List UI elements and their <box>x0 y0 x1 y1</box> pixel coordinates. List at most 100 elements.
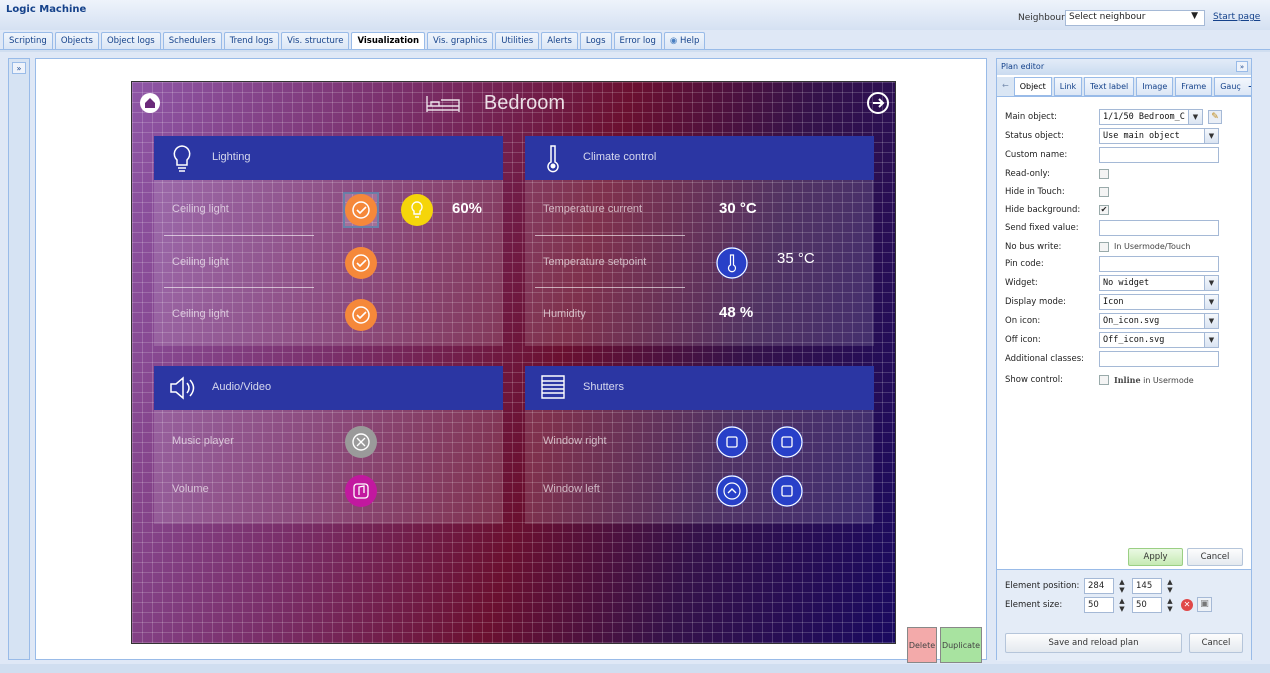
dropdown-arrow-icon: ▼ <box>1204 295 1218 309</box>
tab-schedulers[interactable]: Schedulers <box>162 32 222 50</box>
stop-button[interactable] <box>771 475 803 507</box>
widget-label: Widget: <box>1005 278 1038 288</box>
hide-touch-checkbox[interactable] <box>1099 187 1109 197</box>
shutters-title: Shutters <box>583 381 624 393</box>
custom-name-row: Custom name: <box>1005 147 1245 164</box>
tab-object[interactable]: Object <box>1013 77 1052 96</box>
scroll-left-icon[interactable]: ← <box>999 77 1012 96</box>
display-mode-select[interactable]: Icon ▼ <box>1099 294 1219 310</box>
plan-editor-panel: Plan editor » ← Object Link Text label I… <box>996 58 1252 661</box>
main-tabs: Scripting Objects Object logs Schedulers… <box>0 32 706 50</box>
lighting-card-header: Lighting <box>154 136 503 180</box>
tab-help[interactable]: ◉ Help <box>663 32 706 50</box>
off-icon-select[interactable]: Off_icon.svg ▼ <box>1099 332 1219 348</box>
tab-alerts[interactable]: Alerts <box>541 32 578 50</box>
up-button[interactable] <box>716 475 748 507</box>
light-toggle-button[interactable] <box>345 194 377 226</box>
visualization-plan[interactable]: Bedroom Lighting Ceiling light Ceiling l… <box>131 81 896 644</box>
tab-object-logs[interactable]: Object logs <box>100 32 161 50</box>
apply-button[interactable]: Apply <box>1128 548 1183 566</box>
show-control-label: Show control: <box>1005 375 1063 385</box>
widget-row: Widget: No widget ▼ <box>1005 275 1245 292</box>
reset-size-icon[interactable]: ✕ <box>1181 599 1193 611</box>
on-icon-label: On icon: <box>1005 316 1041 326</box>
on-icon-select[interactable]: On_icon.svg ▼ <box>1099 313 1219 329</box>
climate-row-label: Humidity <box>543 308 586 320</box>
hide-background-checkbox[interactable]: ✔ <box>1099 205 1109 215</box>
tab-trend-logs[interactable]: Trend logs <box>223 32 280 50</box>
widget-select[interactable]: No widget ▼ <box>1099 275 1219 291</box>
size-w-spinner-icon[interactable]: ▲ ▼ <box>1117 597 1127 613</box>
expand-panel-icon[interactable]: » <box>12 62 26 74</box>
climate-row-label: Temperature setpoint <box>543 256 647 268</box>
save-reload-button[interactable]: Save and reload plan <box>1005 633 1182 653</box>
tab-gauge[interactable]: Gauç ➜ <box>1214 77 1251 96</box>
tab-error-log[interactable]: Error log <box>613 32 662 50</box>
help-icon: ◉ <box>669 36 681 46</box>
tab-link[interactable]: Link <box>1053 77 1083 96</box>
main-object-select[interactable]: 1/1/50 Bedroom_C ▼ <box>1099 109 1203 125</box>
delete-button[interactable]: Delete <box>907 627 937 663</box>
show-control-checkbox[interactable] <box>1099 375 1109 385</box>
status-object-row: Status object: Use main object ▼ <box>1005 128 1245 145</box>
neighbours-select-value: Select neighbour <box>1069 12 1146 22</box>
tab-utilities[interactable]: Utilities <box>495 32 540 50</box>
size-w-input[interactable]: 50 <box>1084 597 1114 613</box>
scroll-right-icon[interactable]: ➜ <box>1248 78 1251 96</box>
cancel-button[interactable]: Cancel <box>1187 548 1243 566</box>
on-icon-row: On icon: On_icon.svg ▼ <box>1005 313 1245 330</box>
hide-background-row: Hide background: ✔ <box>1005 202 1245 219</box>
tab-scripting[interactable]: Scripting <box>3 32 53 50</box>
plan-title: Bedroom <box>483 92 566 114</box>
custom-name-input[interactable] <box>1099 147 1219 163</box>
read-only-checkbox[interactable] <box>1099 169 1109 179</box>
additional-classes-input[interactable] <box>1099 351 1219 367</box>
tab-text-label[interactable]: Text label <box>1084 77 1135 96</box>
no-bus-write-checkbox[interactable] <box>1099 242 1109 252</box>
start-page-link[interactable]: Start page <box>1213 12 1260 22</box>
light-toggle-button[interactable] <box>345 247 377 279</box>
temperature-current-value: 30 °C <box>719 200 757 217</box>
duplicate-button[interactable]: Duplicate <box>940 627 982 663</box>
position-x-spinner-icon[interactable]: ▲ ▼ <box>1117 578 1127 594</box>
cancel-bottom-button[interactable]: Cancel <box>1189 633 1243 653</box>
tab-frame[interactable]: Frame <box>1175 77 1213 96</box>
off-icon-label: Off icon: <box>1005 335 1041 345</box>
neighbours-select[interactable]: Select neighbour ▼ <box>1065 10 1205 26</box>
setpoint-button[interactable] <box>716 247 748 279</box>
tab-objects[interactable]: Objects <box>54 32 99 50</box>
arrow-right-icon[interactable] <box>867 92 889 114</box>
size-h-spinner-icon[interactable]: ▲ ▼ <box>1165 597 1175 613</box>
collapse-panel-icon[interactable]: » <box>1236 61 1248 72</box>
stop-button[interactable] <box>716 426 748 458</box>
size-h-input[interactable]: 50 <box>1132 597 1162 613</box>
position-x-input[interactable]: 284 <box>1084 578 1114 594</box>
position-y-spinner-icon[interactable]: ▲ ▼ <box>1165 578 1175 594</box>
dropdown-arrow-icon: ▼ <box>1188 110 1202 124</box>
audio-title: Audio/Video <box>212 381 272 393</box>
position-y-input[interactable]: 145 <box>1132 578 1162 594</box>
lighting-row-label: Ceiling light <box>172 308 229 320</box>
send-fixed-input[interactable] <box>1099 220 1219 236</box>
edit-object-icon[interactable]: ✎ <box>1208 110 1222 124</box>
pin-code-input[interactable] <box>1099 256 1219 272</box>
status-object-select[interactable]: Use main object ▼ <box>1099 128 1219 144</box>
lighting-row-label: Ceiling light <box>172 256 229 268</box>
status-object-label: Status object: <box>1005 131 1064 141</box>
on-icon-value: On_icon.svg <box>1103 316 1160 326</box>
tab-logs[interactable]: Logs <box>579 32 612 50</box>
tab-vis-graphics[interactable]: Vis. graphics <box>427 32 494 50</box>
light-toggle-button[interactable] <box>345 299 377 331</box>
tab-vis-structure[interactable]: Vis. structure <box>281 32 350 50</box>
element-geometry-panel: Element position: 284 ▲ ▼ 145 ▲ ▼ Element … <box>997 569 1251 661</box>
tab-visualization[interactable]: Visualization <box>351 32 426 50</box>
stop-button[interactable] <box>771 426 803 458</box>
display-mode-label: Display mode: <box>1005 297 1067 307</box>
music-player-button[interactable] <box>345 426 377 458</box>
volume-button[interactable] <box>345 475 377 507</box>
lock-icon[interactable]: ▣ <box>1197 597 1212 612</box>
shutters-card: Shutters Window right Window left <box>525 366 874 524</box>
tab-image[interactable]: Image <box>1136 77 1174 96</box>
dropdown-arrow-icon: ▼ <box>1204 314 1218 328</box>
shutters-card-header: Shutters <box>525 366 874 410</box>
